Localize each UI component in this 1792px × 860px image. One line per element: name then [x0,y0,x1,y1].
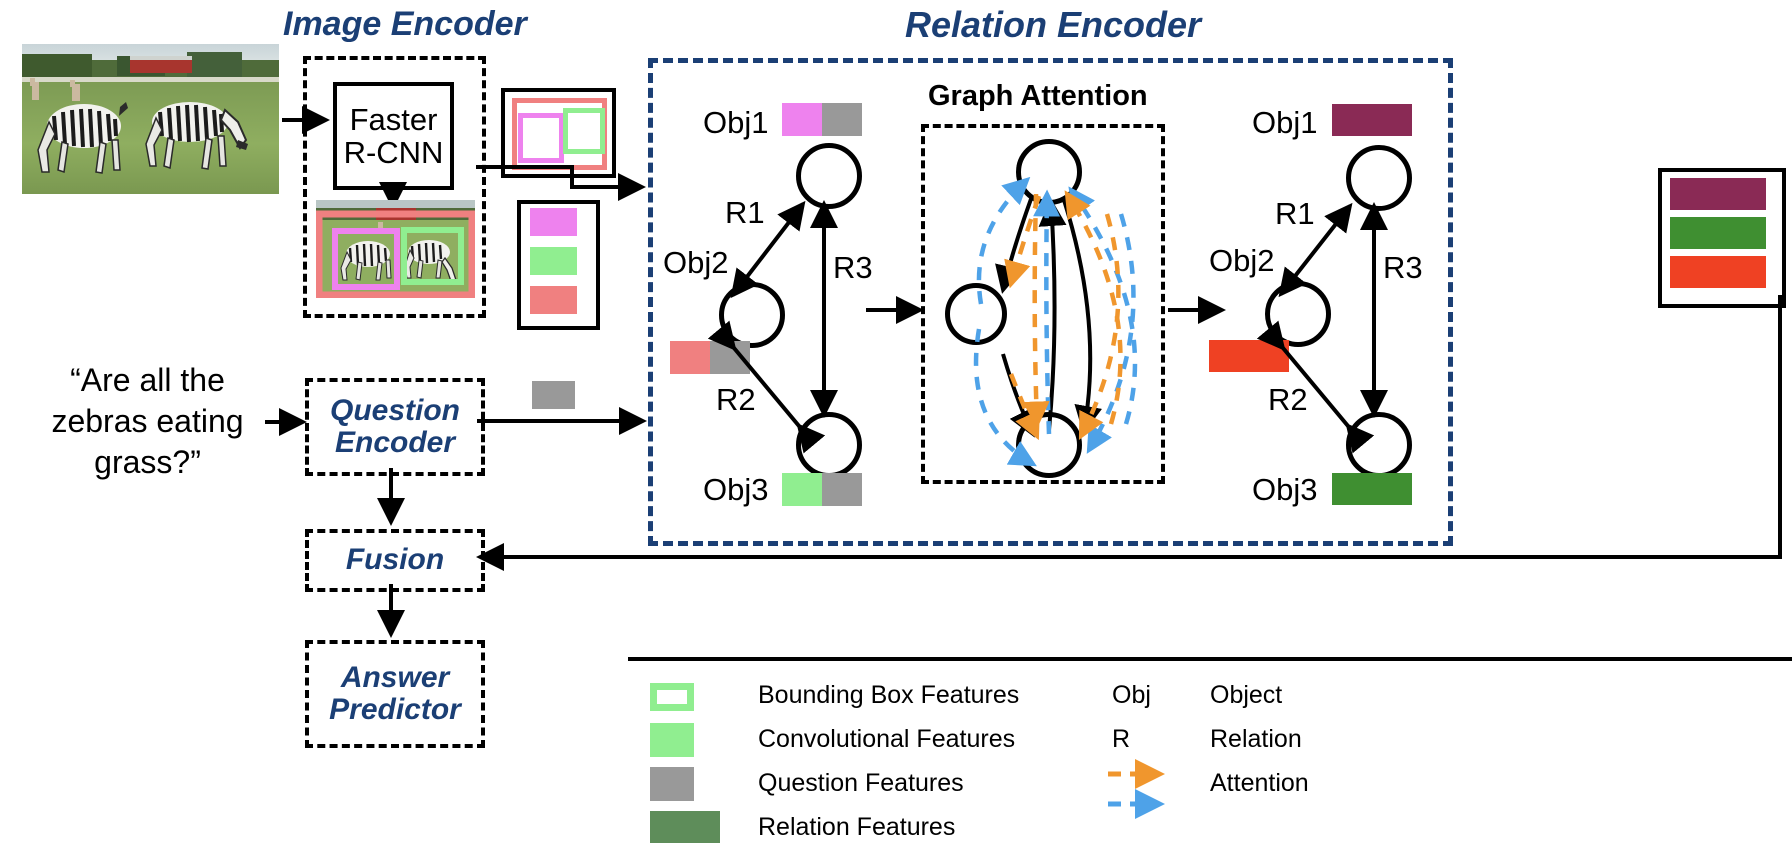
answer-predictor-box[interactable]: Answer Predictor [305,640,485,748]
legend-swatch-bounding-box [650,683,694,711]
question-line-2: zebras eating [51,402,244,439]
image-encoder-title: Image Encoder [283,5,527,43]
conv-chip-green [530,247,577,275]
fusion-label: Fusion [345,543,445,577]
question-encoder-box[interactable]: Question Encoder [305,378,485,476]
output-chip-green [1670,217,1766,249]
legend-abbrev-r-key: R [1112,725,1131,753]
bbox-green [563,108,605,154]
input-photo [22,44,279,194]
conv-chip-magenta [530,208,577,236]
right-graph-r3-label: R3 [1383,250,1423,285]
legend-label-bounding-box: Bounding Box Features [758,681,1020,709]
arrow-image-to-relation [476,165,646,201]
question-encoder-line2: Encoder [334,426,456,459]
arrow-fusion-to-answer [377,584,405,638]
legend-swatch-convolutional [650,723,694,757]
legend-attention-label: Attention [1210,769,1309,797]
arrow-output-to-fusion [476,295,1782,571]
question-line-1: “Are all the [70,362,225,398]
legend-swatch-relation [650,811,720,843]
legend: Bounding Box Features Convolutional Feat… [640,678,1792,848]
faster-rcnn-line2: R-CNN [343,135,444,170]
fusion-box[interactable]: Fusion [305,529,485,592]
arrow-qencoder-to-fusion [377,468,405,526]
legend-abbrev-r-value: Relation [1210,725,1302,753]
question-encoder-line1: Question [329,393,460,427]
faster-rcnn-line1: Faster [349,101,438,137]
bbox-magenta [518,113,564,163]
left-graph-r1-label: R1 [725,195,765,230]
legend-label-relation: Relation Features [758,813,956,841]
question-text: “Are all the zebras eating grass?” [30,360,265,483]
graph-attention-title: Graph Attention [928,80,1148,112]
relation-encoder-title: Relation Encoder [905,4,1202,45]
detection-result-image [316,200,475,298]
legend-abbrev-obj-value: Object [1210,681,1283,709]
output-chip-maroon [1670,178,1766,210]
legend-divider [628,657,1792,661]
legend-attention-arrows [1108,759,1165,819]
question-line-3: grass?” [94,443,201,480]
answer-predictor-line1: Answer [340,660,450,694]
answer-predictor-line2: Predictor [329,693,461,726]
legend-swatch-question [650,767,694,801]
legend-label-convolutional: Convolutional Features [758,725,1016,753]
output-chip-orangered [1670,256,1766,288]
left-graph-r3-label: R3 [833,250,873,285]
faster-rcnn-box[interactable]: Faster R-CNN [333,82,454,190]
legend-abbrev-obj-key: Obj [1112,681,1151,709]
legend-label-question: Question Features [758,769,964,797]
right-graph-r1-label: R1 [1275,196,1315,231]
